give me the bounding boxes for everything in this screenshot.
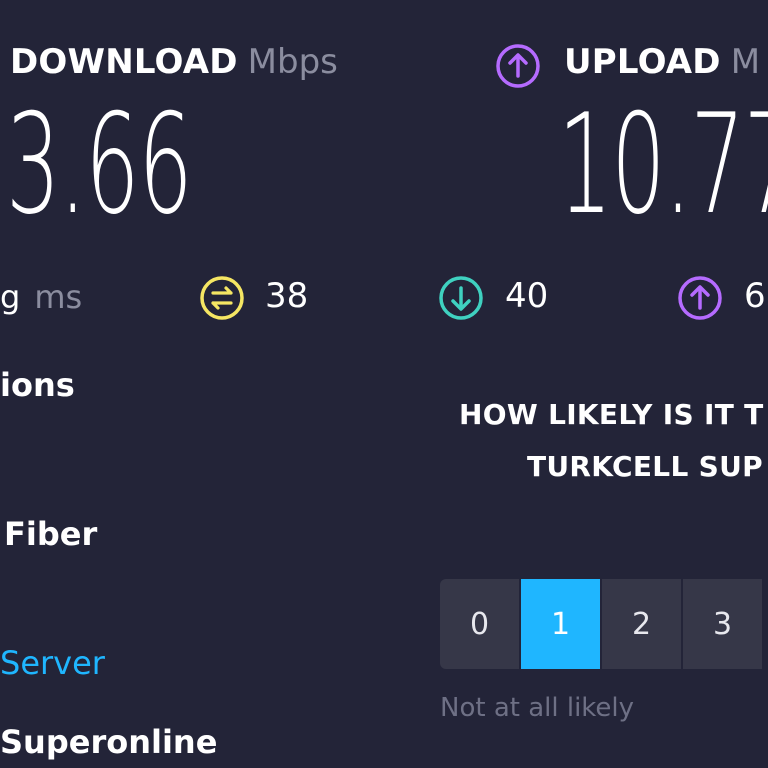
rating-option-2[interactable]: 2 [602,579,681,669]
ping-label: g [0,278,21,316]
rating-option-1[interactable]: 1 [521,579,600,669]
isp-name: Fiber [4,515,98,553]
ping-header: g ms [0,278,82,316]
download-unit: Mbps [247,42,338,82]
speedtest-result-page: DOWNLOADMbps 3.66 UPLOADM 10.77 gms 38 4… [0,0,768,768]
connections-title: ions [0,366,75,404]
rating-option-3[interactable]: 3 [683,579,762,669]
server-provider-name: Superonline [0,723,218,761]
upload-label: UPLOAD [564,42,721,82]
upload-small-arrow-icon [678,276,722,320]
upload-header: UPLOAD M [564,42,760,82]
rating-option-0[interactable]: 0 [440,579,519,669]
jitter-icon [200,276,244,320]
download-label: DOWNLOAD [10,42,238,82]
download-arrow-icon [439,276,483,320]
survey-question-line1: HOW LIKELY IS IT T [459,398,764,431]
upload-arrow-icon [496,44,540,88]
rating-low-hint: Not at all likely [440,693,635,723]
change-server-link[interactable]: Server [0,644,105,682]
rating-scale: 0 1 2 3 [440,579,764,669]
download-value: 3.66 [6,84,193,245]
upload-unit: M [730,42,761,82]
ping-download-value: 40 [505,276,549,316]
ping-idle-value: 38 [265,276,309,316]
ping-upload-value: 6 [744,276,766,316]
ping-unit: ms [34,278,83,316]
survey-question-line2: TURKCELL SUP [527,450,763,483]
upload-value: 10.77 [558,84,768,245]
download-header: DOWNLOAD Mbps [10,42,338,82]
